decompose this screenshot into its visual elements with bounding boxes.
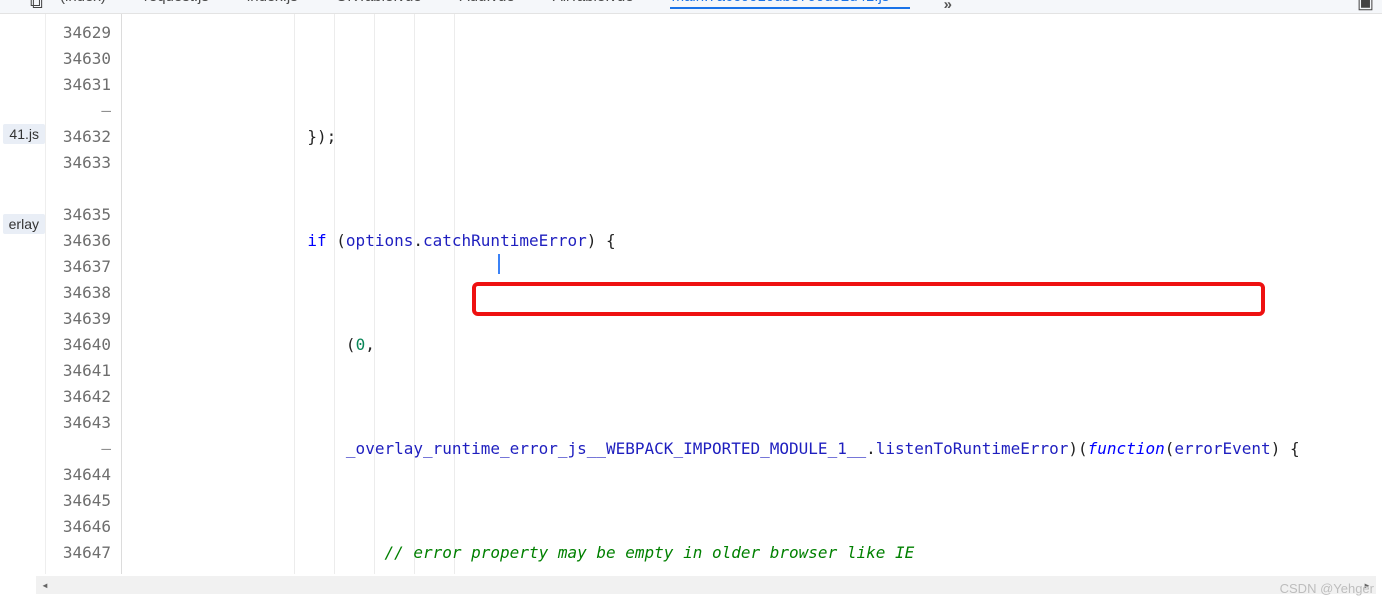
page-resources-icon[interactable]: ⧉ [30,0,43,13]
line-number: 34647 [46,540,111,566]
line-number: 34632 [46,124,111,150]
text-cursor [498,254,500,274]
line-number: 34642 [46,384,111,410]
tab-label: main.7a6c0010db8700d92d41.js [672,0,890,5]
overflow-tabs-icon[interactable]: » [944,0,952,13]
editor-workspace: 41.js erlay 34629 34630 34631 – 34632 34… [0,14,1382,574]
line-number: 34629 [46,20,111,46]
line-number: 34646 [46,514,111,540]
line-number: 34637 [46,254,111,280]
line-number: 34639 [46,306,111,332]
toggle-panel-icon[interactable]: ▣ [1357,0,1374,13]
tab-oktable-vue[interactable]: OKTable.vue [334,0,424,7]
line-number-gutter[interactable]: 34629 34630 34631 – 34632 34633 34635 34… [46,14,122,574]
tab-alltable-vue[interactable]: AllTable.vue [551,0,636,7]
tab-main-bundle-js[interactable]: main.7a6c0010db8700d92d41.js × [670,0,910,7]
line-number: 34635 [46,202,111,228]
line-number: 34638 [46,280,111,306]
line-number: 34633 [46,150,111,176]
code-area[interactable]: }); if (options.catchRuntimeError) { (0,… [122,14,1382,574]
tab-request-js[interactable]: request.js [142,0,211,7]
tab-index[interactable]: (index) [58,0,108,7]
tab-index-js[interactable]: index.js [245,0,300,7]
code-line: }); [122,124,1382,150]
tab-bar: ⧉ (index) request.js index.js OKTable.vu… [0,0,1382,14]
line-number: 34641 [46,358,111,384]
code-line: // error property may be empty in older … [122,540,1382,566]
scroll-track[interactable] [54,576,1358,594]
horizontal-scrollbar[interactable]: ◂ ▸ [36,576,1376,594]
tab-add-vue[interactable]: Add.vue [458,0,517,7]
line-number: 34636 [46,228,111,254]
code-line: if (options.catchRuntimeError) { [122,228,1382,254]
line-number: – [46,98,111,124]
scroll-left-icon[interactable]: ◂ [36,576,54,594]
file-badge-2[interactable]: erlay [3,214,45,234]
line-number: 34631 [46,72,111,98]
line-number: 34643 [46,410,111,436]
close-icon[interactable]: × [899,0,907,4]
line-number: – [46,436,111,462]
line-number: 34640 [46,332,111,358]
line-number: 34630 [46,46,111,72]
file-badge-1[interactable]: 41.js [3,124,45,144]
line-number [46,176,111,202]
left-rail: 41.js erlay [0,14,46,574]
line-number: 34645 [46,488,111,514]
watermark-text: CSDN @Yehger [1280,581,1374,596]
annotation-highlight-box [472,282,1265,316]
line-number: 34644 [46,462,111,488]
code-line: (0, [122,332,1382,358]
code-line: _overlay_runtime_error_js__WEBPACK_IMPOR… [122,436,1382,462]
